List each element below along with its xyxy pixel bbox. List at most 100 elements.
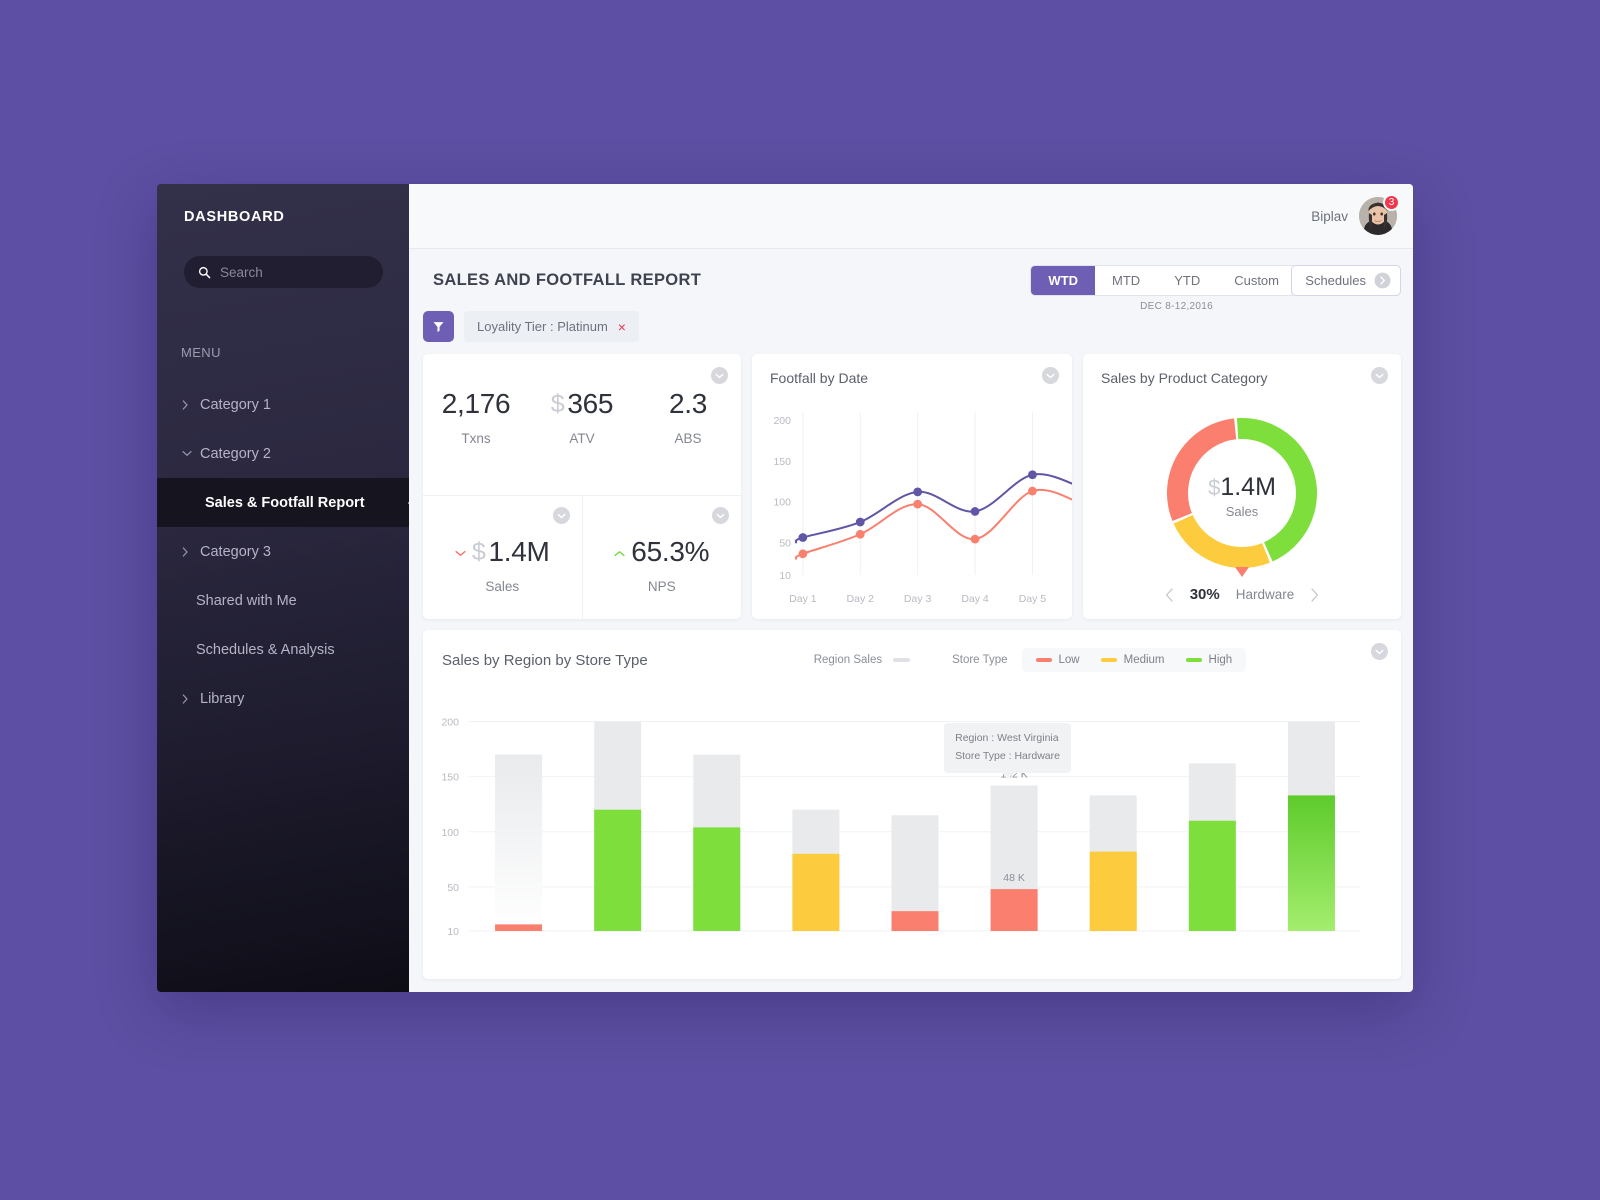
tab-mtd[interactable]: MTD [1095,266,1158,295]
legend-item-medium[interactable]: Medium [1100,654,1165,666]
legend-pills: Low Medium High [1021,648,1247,672]
trend-up-icon [614,545,625,560]
avatar-wrapper[interactable]: 3 [1359,194,1400,235]
sidebar-title: DASHBOARD [184,209,285,225]
tab-wtd[interactable]: WTD [1031,266,1096,295]
close-icon[interactable]: × [618,320,626,334]
svg-text:48 K: 48 K [1003,872,1025,884]
legend-swatch-high [1185,658,1202,662]
kpi-label: NPS [647,579,676,594]
svg-text:100: 100 [773,497,791,509]
sidebar-item-label: Library [200,690,245,707]
card-title: Sales by Region by Store Type [442,651,648,669]
chevron-right-icon[interactable] [1310,587,1319,602]
sidebar-item-label: Schedules & Analysis [196,641,335,658]
legend-region-label: Region Sales [813,654,883,666]
chevron-down-icon[interactable] [711,367,728,384]
kpi-label: ATV [569,431,595,446]
legend-swatch-low [1035,658,1052,662]
chevron-down-icon[interactable] [1371,367,1388,384]
chevron-down-icon[interactable] [552,507,570,524]
kpi-number: 2,176 [441,388,511,419]
schedules-button[interactable]: Schedules [1291,265,1401,296]
sidebar-item-category-1[interactable]: Category 1 [157,380,409,429]
notification-badge[interactable]: 3 [1383,194,1400,211]
legend-swatch-medium [1100,658,1117,662]
tab-ytd[interactable]: YTD [1157,266,1218,295]
chevron-right-icon [182,546,196,557]
chevron-down-icon[interactable] [1371,643,1388,660]
currency-symbol: $ [471,537,486,566]
kpi-bottom-row: $ 1.4M Sales 65.3% NPS [423,496,741,619]
product-category-card: Sales by Product Category $1.4M Sales 30%… [1083,354,1401,619]
sidebar-item-category-3[interactable]: Category 3 [157,527,409,576]
date-range-tabs: WTD MTD YTD Custom [1030,265,1297,296]
kpi-value: 2,176 [442,390,511,418]
donut-nav: 30% Hardware [1083,586,1401,603]
filter-chip-label: Loyality Tier : Platinum [477,319,608,334]
legend-item-high[interactable]: High [1185,654,1233,666]
sidebar-item-shared-with-me[interactable]: Shared with Me [157,576,409,625]
search-icon [198,266,211,279]
filter-button[interactable] [423,311,454,342]
chevron-left-icon[interactable] [1165,587,1174,602]
bar-tooltip: Region : West Virginia Store Type : Hardw… [944,723,1071,774]
svg-text:100: 100 [441,827,459,839]
sidebar-item-label: Sales & Footfall Report [205,494,365,511]
svg-text:50: 50 [779,537,791,549]
topbar: Biplav 3 [409,184,1413,249]
legend-item-low[interactable]: Low [1035,654,1080,666]
sidebar-item-category-2[interactable]: Category 2 [157,429,409,478]
schedules-label: Schedules [1305,273,1366,288]
main-content: Biplav 3 SALES AND FOOTFALL REPORT WTD M… [409,184,1413,992]
kpi-value: $ 365 [551,388,614,419]
kpi-txns: 2,176 Txns [423,390,529,447]
date-range-text: DEC 8-12,2016 [1140,301,1213,312]
search-box[interactable] [184,256,383,288]
chevron-down-icon[interactable] [712,507,729,524]
sidebar-item-label: Shared with Me [196,592,297,609]
chevron-down-icon[interactable] [1042,367,1059,384]
svg-text:10: 10 [447,926,459,938]
region-store-bar-chart: 200 150 100 50 10 142 K 48 K Region : West Virg… [423,682,1401,979]
sidebar-item-library[interactable]: Library [157,674,409,723]
svg-text:Day 4: Day 4 [961,593,989,605]
svg-text:Day 3: Day 3 [904,593,932,605]
svg-text:150: 150 [441,772,459,784]
kpi-top-row: 2,176 Txns $ 365 ATV 2.3 ABS [423,354,741,496]
donut-chart: $1.4M Sales [1083,394,1401,584]
legend-label: Medium [1123,654,1165,666]
kpi-atv: $ 365 ATV [529,388,635,447]
svg-text:10: 10 [779,570,791,582]
sidebar-item-schedules-analysis[interactable]: Schedules & Analysis [157,625,409,674]
card-title: Sales by Product Category [1101,370,1268,386]
kpi-label: ABS [674,431,702,446]
donut-selected-percent: 30% [1189,586,1220,603]
svg-text:150: 150 [773,456,791,468]
arrow-circle-right-icon [1374,272,1391,289]
legend-store-label: Store Type [952,654,1008,666]
filter-chip-loyalty-tier[interactable]: Loyality Tier : Platinum × [464,311,639,342]
sidebar-item-sales-footfall-report[interactable]: Sales & Footfall Report [157,478,409,527]
card-title: Footfall by Date [770,370,869,386]
region-store-header: Sales by Region by Store Type Region Sal… [423,630,1401,672]
tab-custom[interactable]: Custom [1217,266,1296,295]
sidebar-nav: Category 1 Category 2 Sales & Footfall R… [157,380,409,723]
kpi-sales: $ 1.4M Sales [423,496,583,619]
sidebar-item-label: Category 2 [200,445,271,462]
tooltip-region: Region : West Virginia [955,732,1059,745]
kpi-number: 365 [567,388,614,419]
chevron-right-icon [182,399,196,410]
kpi-value: 65.3% [614,538,710,566]
search-input[interactable] [220,264,369,280]
filter-row: Loyality Tier : Platinum × [409,301,1413,354]
menu-section-label: MENU [181,345,221,360]
sidebar-item-label: Category 1 [200,396,271,413]
cards-row: 2,176 Txns $ 365 ATV 2.3 ABS $ 1.4M Sale… [409,354,1413,619]
app-window: DASHBOARD MENU Category 1 [157,184,1413,992]
tooltip-store-type: Store Type : Hardware [955,749,1060,762]
footfall-card: Footfall by Date 200 150 100 50 10 Day 1 Day 2… [752,354,1086,619]
legend-store-type: Store Type Low Medium High [952,648,1247,672]
legend-label: High [1208,654,1233,666]
report-header: SALES AND FOOTFALL REPORT WTD MTD YTD Cu… [409,249,1413,312]
